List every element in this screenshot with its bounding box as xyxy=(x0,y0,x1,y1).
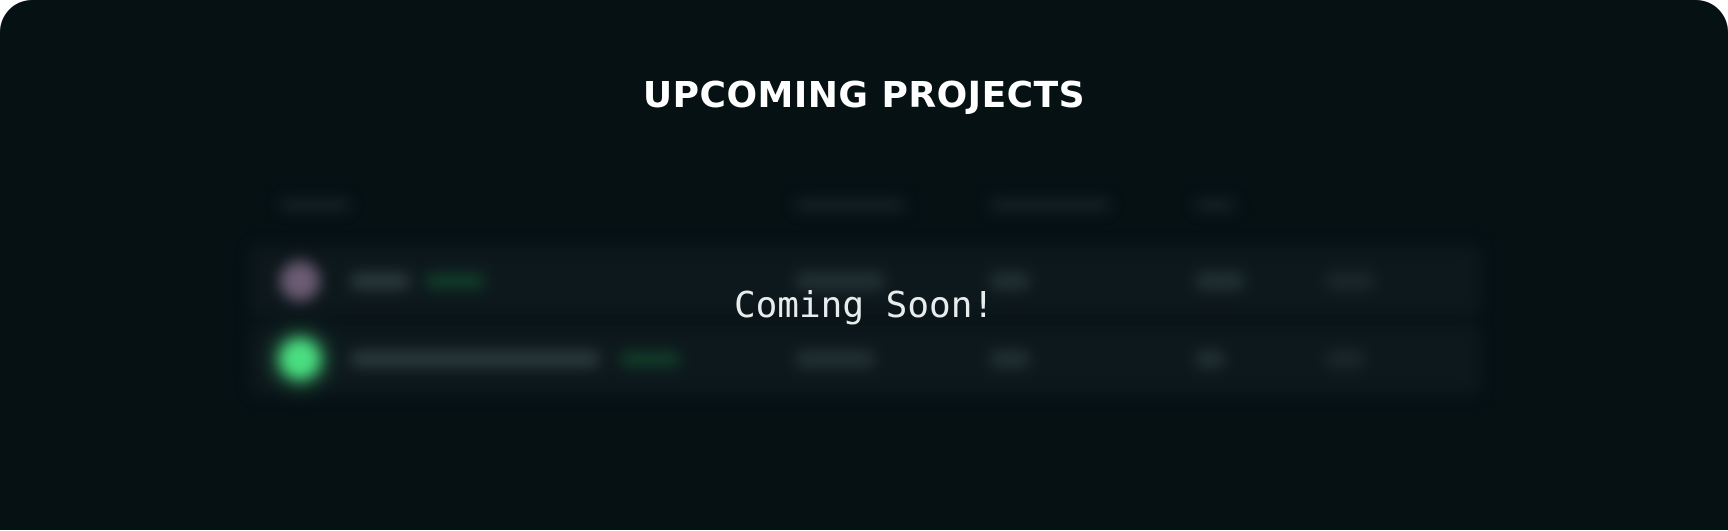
cell-placeholder xyxy=(1195,351,1225,367)
cell-placeholder xyxy=(990,351,1030,367)
coming-soon-label: Coming Soon! xyxy=(733,285,995,326)
table-header-placeholder xyxy=(990,200,1110,210)
cell-placeholder xyxy=(1325,351,1365,367)
project-name-placeholder xyxy=(350,351,600,367)
cell-placeholder xyxy=(795,351,875,367)
upcoming-projects-section: UPCOMING PROJECTS Coming Soon! xyxy=(0,0,1728,530)
project-avatar xyxy=(280,339,320,379)
section-title: UPCOMING PROJECTS xyxy=(642,75,1086,116)
table-header-placeholder xyxy=(795,200,905,210)
table-header-placeholder xyxy=(280,200,350,210)
table-header-placeholder xyxy=(1195,200,1235,210)
table-row xyxy=(250,324,1480,394)
project-tag-placeholder xyxy=(620,352,680,366)
